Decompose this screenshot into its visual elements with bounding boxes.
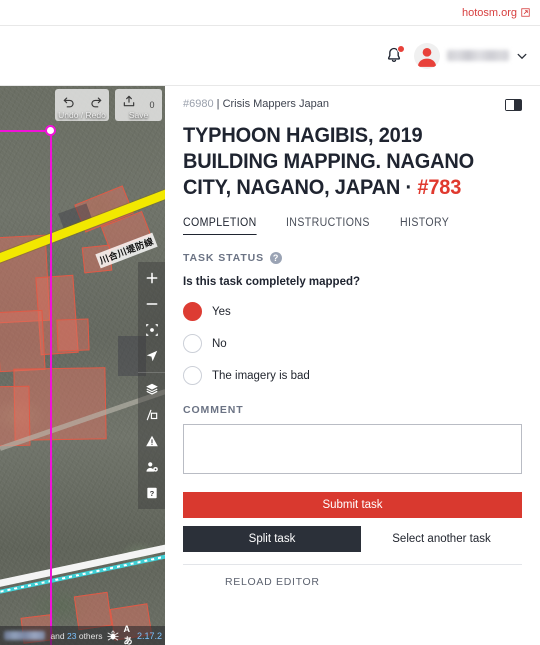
tab-instructions[interactable]: INSTRUCTIONS [286, 217, 370, 235]
background-layers-button[interactable] [138, 376, 165, 402]
external-link-icon [521, 8, 530, 17]
comment-input[interactable] [183, 423, 522, 474]
editor-status-right: Aあ 2.17.2 [107, 624, 165, 645]
help-button[interactable]: ? [138, 480, 165, 506]
zoom-controls [138, 262, 165, 372]
user-avatar-icon [417, 47, 437, 67]
language-button[interactable]: Aあ [123, 624, 133, 645]
notification-badge [397, 44, 405, 53]
task-status-label-text: TASK STATUS [183, 251, 265, 264]
comment-label: COMMENT [183, 403, 244, 416]
editor-status-bar: and 23 others Aあ 2.17.2 [0, 624, 165, 645]
preferences-button[interactable] [138, 454, 165, 480]
editor-contributor-name [4, 631, 46, 640]
svg-text:?: ? [149, 489, 154, 498]
redo-button[interactable] [82, 89, 109, 112]
radio-bad-imagery[interactable] [183, 366, 202, 386]
editor-contributors-text: and 23 others [50, 631, 102, 641]
save-count: 0 [149, 100, 155, 110]
notifications-button[interactable] [384, 44, 405, 66]
building-polygon[interactable] [73, 591, 113, 631]
save-upload-icon [123, 95, 134, 106]
select-another-task-button[interactable]: Select another task [361, 526, 522, 552]
redo-arrow-icon [90, 97, 101, 107]
breadcrumb-separator: | [216, 98, 220, 110]
option-no-label: No [212, 337, 227, 350]
task-panel: #6980 | Crisis Mappers Japan TYPHOON HAG… [165, 86, 540, 645]
task-status-question: Is this task completely mapped? [183, 275, 361, 288]
option-yes[interactable]: Yes [183, 296, 522, 328]
zoom-in-button[interactable] [138, 265, 165, 291]
radio-yes[interactable] [183, 302, 202, 322]
zoom-in-icon [146, 272, 157, 284]
bug-report-icon [107, 630, 120, 641]
user-menu[interactable] [414, 42, 528, 69]
project-id[interactable]: #6980 [183, 98, 214, 110]
app-header [0, 26, 540, 86]
map-data-icon [146, 409, 157, 421]
bug-report-button[interactable] [107, 630, 120, 641]
issues-button[interactable] [138, 428, 165, 454]
undo-redo-group [55, 89, 109, 121]
navigation-button[interactable] [138, 343, 165, 369]
zoom-out-icon [146, 303, 157, 305]
zoom-out-button[interactable] [138, 291, 165, 317]
contributors-suffix: others [78, 630, 103, 641]
hotosm-link-label: hotosm.org [461, 6, 517, 19]
undo-button[interactable] [55, 89, 82, 112]
preferences-user-icon [145, 462, 158, 472]
option-bad-imagery-label: The imagery is bad [212, 369, 310, 382]
tab-completion[interactable]: COMPLETION [183, 217, 257, 235]
help-question-icon[interactable]: ? [270, 251, 283, 264]
layout-toggle-left [506, 100, 514, 110]
map-editor-pane[interactable]: 川合川堤防線 0 Undo / Redo Save ? and 23 other… [0, 86, 165, 645]
task-tabs: COMPLETION INSTRUCTIONS HISTORY [183, 217, 522, 235]
editor-side-toolbar: ? [138, 262, 165, 509]
split-task-button[interactable]: Split task [183, 525, 361, 552]
building-polygon[interactable] [0, 309, 46, 373]
map-data-button[interactable] [138, 402, 165, 428]
contributors-count: 23 [67, 630, 77, 641]
organisation-name: Crisis Mappers Japan [222, 98, 329, 110]
section-divider [183, 563, 522, 565]
save-group: 0 [115, 89, 162, 121]
layout-toggle-button[interactable] [505, 99, 522, 111]
task-boundary-vertical [50, 130, 52, 645]
contributors-prefix: and [50, 630, 65, 641]
navigation-arrow-icon [146, 350, 157, 362]
geolocate-icon [145, 324, 158, 336]
option-bad-imagery[interactable]: The imagery is bad [183, 360, 522, 392]
building-polygon[interactable] [56, 318, 90, 352]
undo-arrow-icon [63, 97, 74, 107]
option-no[interactable]: No [183, 328, 522, 360]
reload-editor-button[interactable]: RELOAD EDITOR [183, 576, 522, 588]
avatar [414, 42, 440, 69]
chevron-down-icon [517, 53, 527, 59]
breadcrumb: #6980 | Crisis Mappers Japan [183, 98, 329, 110]
secondary-actions: Split task Select another task [183, 525, 522, 552]
geolocate-button[interactable] [138, 317, 165, 343]
option-yes-label: Yes [212, 305, 231, 318]
task-status-options: Yes No The imagery is bad [183, 296, 522, 392]
username-label [447, 50, 509, 61]
breadcrumb-row: #6980 | Crisis Mappers Japan [183, 98, 522, 111]
help-question-icon: ? [146, 487, 157, 499]
boundary-vertex-node[interactable] [45, 125, 56, 136]
page-title: TYPHOON HAGIBIS, 2019 BUILDING MAPPING. … [183, 122, 498, 201]
editor-version: 2.17.2 [136, 630, 162, 641]
radio-no[interactable] [183, 334, 202, 354]
task-number: #783 [417, 175, 462, 200]
issues-warning-icon [145, 435, 158, 447]
editor-panels: ? [138, 372, 165, 509]
tab-history[interactable]: HISTORY [400, 217, 449, 235]
background-layers-icon [145, 383, 158, 395]
layout-toggle-right [513, 100, 521, 110]
main-body: 川合川堤防線 0 Undo / Redo Save ? and 23 other… [0, 86, 540, 645]
save-button[interactable] [115, 89, 142, 112]
hotosm-org-link[interactable]: hotosm.org [462, 7, 530, 19]
submit-task-button[interactable]: Submit task [183, 491, 522, 518]
top-utility-bar: hotosm.org [0, 0, 540, 26]
task-status-section-label: TASK STATUS ? [183, 251, 522, 264]
